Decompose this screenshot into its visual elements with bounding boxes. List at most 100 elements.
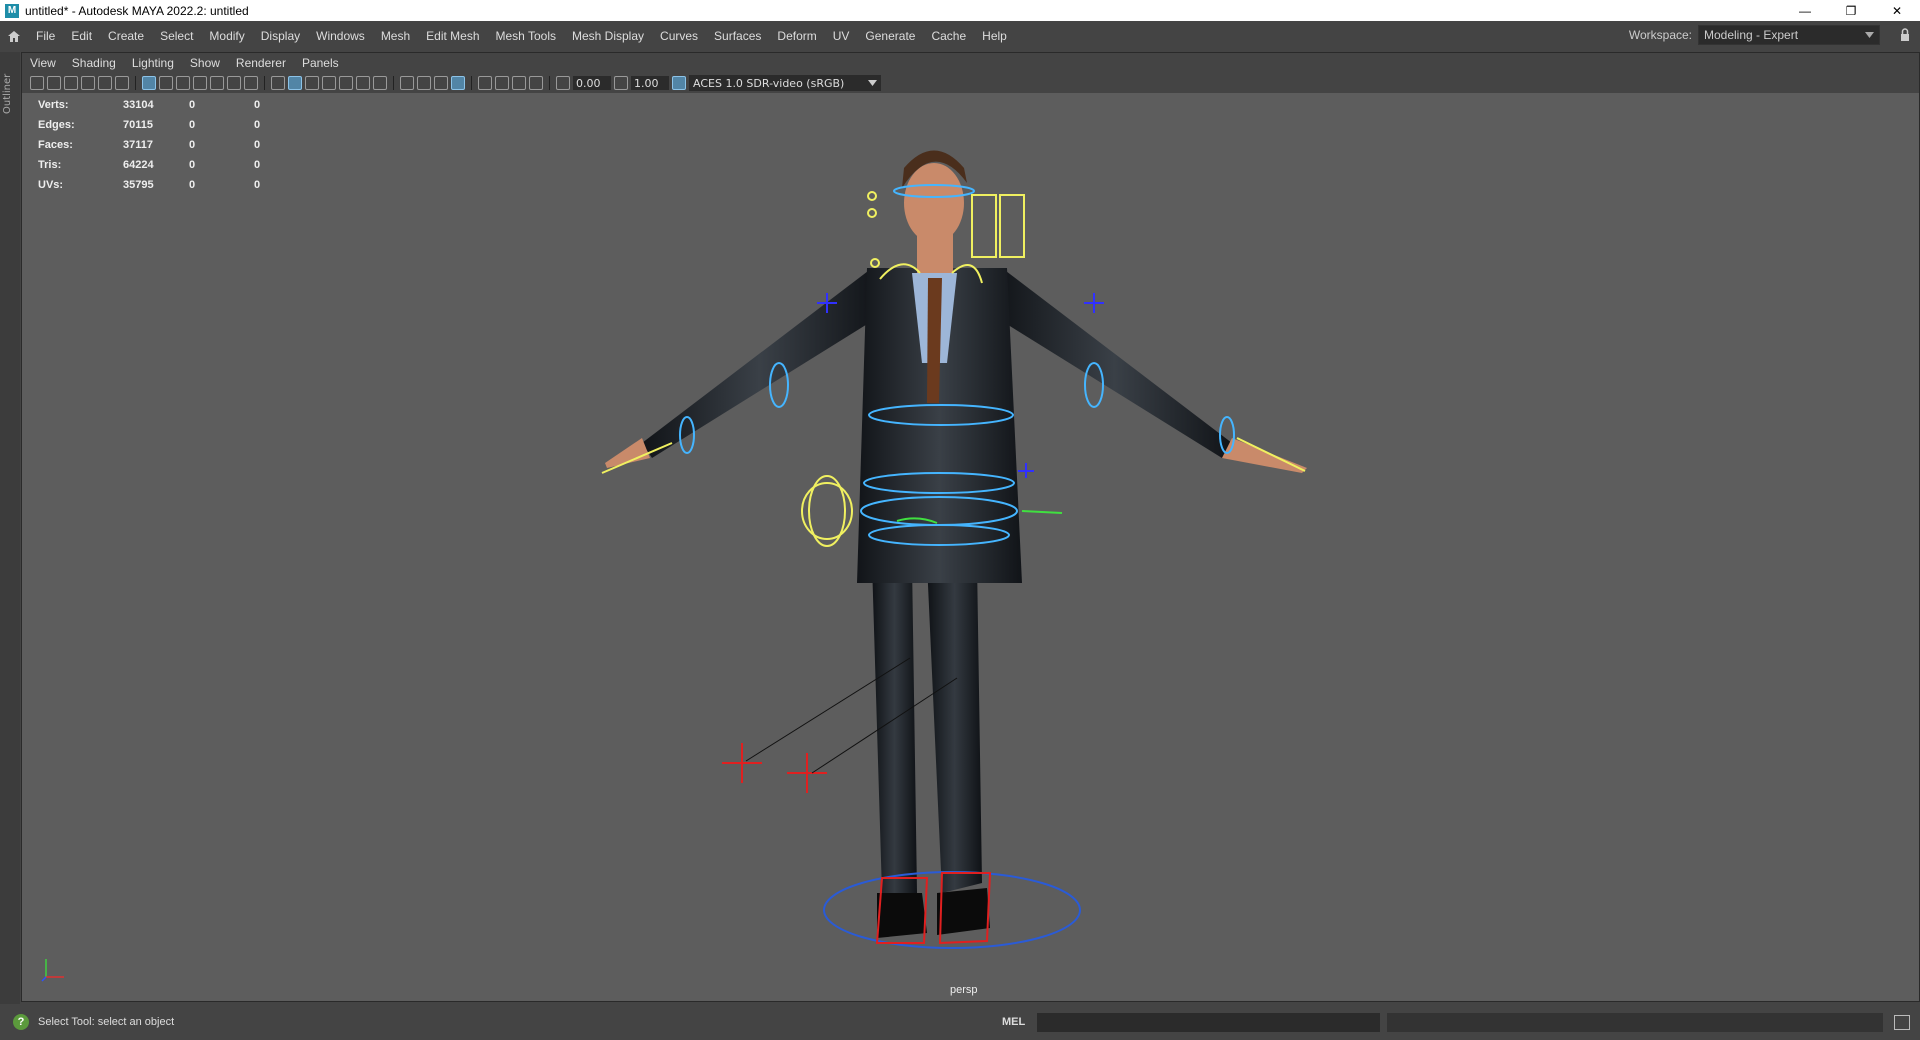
outliner-tab-strip[interactable]: Outliner: [0, 52, 20, 1004]
script-editor-icon[interactable]: [1894, 1015, 1910, 1030]
lock-icon[interactable]: [1900, 28, 1910, 42]
menu-edit[interactable]: Edit: [63, 21, 100, 52]
xray-icon[interactable]: [478, 76, 492, 90]
chevron-down-icon: [1865, 32, 1874, 38]
camera-name-label: persp: [950, 984, 978, 996]
film-gate-icon[interactable]: [159, 76, 173, 90]
menu-select[interactable]: Select: [152, 21, 201, 52]
hud-value: 0: [254, 119, 261, 131]
backface-culling-icon[interactable]: [529, 76, 543, 90]
resolution-gate-icon[interactable]: [176, 76, 190, 90]
hud-label: Edges:: [38, 119, 75, 131]
bookmarks-icon[interactable]: [64, 76, 78, 90]
help-line-text: Select Tool: select an object: [38, 1016, 175, 1028]
menu-deform[interactable]: Deform: [769, 21, 824, 52]
workspace-selector: Workspace: Modeling - Expert: [1629, 25, 1880, 45]
use-all-lights-icon[interactable]: [356, 76, 370, 90]
xray-joints-icon[interactable]: [512, 76, 526, 90]
safe-action-icon[interactable]: [227, 76, 241, 90]
menu-mesh-display[interactable]: Mesh Display: [564, 21, 652, 52]
mel-command-input[interactable]: [1037, 1013, 1380, 1032]
minimize-button[interactable]: —: [1782, 0, 1828, 21]
toolbar-separator: [135, 76, 136, 90]
menu-curves[interactable]: Curves: [652, 21, 706, 52]
panel-menu-view[interactable]: View: [22, 56, 64, 70]
hud-value: 0: [254, 159, 261, 171]
wireframe-icon[interactable]: [271, 76, 285, 90]
image-plane-icon[interactable]: [81, 76, 95, 90]
wireframe-on-shaded-icon[interactable]: [322, 76, 336, 90]
safe-title-icon[interactable]: [244, 76, 258, 90]
hud-value: 64224: [123, 159, 154, 171]
default-material-icon[interactable]: [305, 76, 319, 90]
gamma-icon[interactable]: [614, 76, 628, 90]
toolbar-separator: [549, 76, 550, 90]
hud-label: UVs:: [38, 179, 64, 191]
hud-value: 0: [189, 119, 196, 131]
panel-menu-renderer[interactable]: Renderer: [228, 56, 294, 70]
viewport-panel[interactable]: View Shading Lighting Show Renderer Pane…: [21, 52, 1920, 1002]
home-icon[interactable]: [0, 21, 28, 52]
field-chart-icon[interactable]: [210, 76, 224, 90]
shadows-icon[interactable]: [373, 76, 387, 90]
chevron-down-icon: [868, 80, 877, 86]
help-question-icon: ?: [13, 1014, 29, 1030]
panel-menu-shading[interactable]: Shading: [64, 56, 124, 70]
script-language-toggle[interactable]: MEL: [1002, 1016, 1025, 1028]
menu-file[interactable]: File: [28, 21, 63, 52]
menu-help[interactable]: Help: [974, 21, 1015, 52]
panel-menu-lighting[interactable]: Lighting: [124, 56, 182, 70]
outliner-tab-label[interactable]: Outliner: [2, 54, 13, 114]
gate-mask-icon[interactable]: [193, 76, 207, 90]
menu-generate[interactable]: Generate: [857, 21, 923, 52]
panel-menu-show[interactable]: Show: [182, 56, 228, 70]
panel-menu-panels[interactable]: Panels: [294, 56, 347, 70]
grease-pencil-icon[interactable]: [115, 76, 129, 90]
view-transform-dropdown[interactable]: ACES 1.0 SDR-video (sRGB): [689, 75, 881, 91]
menu-display[interactable]: Display: [253, 21, 308, 52]
smooth-shade-icon[interactable]: [288, 76, 302, 90]
workspace-dropdown[interactable]: Modeling - Expert: [1698, 25, 1880, 45]
workspace-value: Modeling - Expert: [1704, 28, 1799, 42]
select-camera-icon[interactable]: [30, 76, 44, 90]
isolate-select-icon[interactable]: [451, 76, 465, 90]
maximize-button[interactable]: ❐: [1828, 0, 1874, 21]
hud-label: Faces:: [38, 139, 73, 151]
hud-value: 0: [189, 159, 196, 171]
motion-blur-icon[interactable]: [417, 76, 431, 90]
toolbar-separator: [471, 76, 472, 90]
viewport-scene[interactable]: [22, 93, 1919, 998]
toolbar-separator: [264, 76, 265, 90]
title-bar: M untitled* - Autodesk MAYA 2022.2: unti…: [0, 0, 1920, 21]
xray-active-components-icon[interactable]: [495, 76, 509, 90]
menu-surfaces[interactable]: Surfaces: [706, 21, 769, 52]
hud-value: 35795: [123, 179, 154, 191]
menu-create[interactable]: Create: [100, 21, 152, 52]
2d-pan-zoom-icon[interactable]: [98, 76, 112, 90]
exposure-field[interactable]: 0.00: [573, 76, 611, 90]
close-button[interactable]: ✕: [1874, 0, 1920, 21]
camera-attributes-icon[interactable]: [47, 76, 61, 90]
exposure-icon[interactable]: [556, 76, 570, 90]
hud-row: Verts: 33104 0 0: [38, 95, 284, 115]
textured-icon[interactable]: [339, 76, 353, 90]
grid-icon[interactable]: [142, 76, 156, 90]
menu-edit-mesh[interactable]: Edit Mesh: [418, 21, 487, 52]
menu-windows[interactable]: Windows: [308, 21, 373, 52]
hud-value: 0: [254, 139, 261, 151]
menu-modify[interactable]: Modify: [201, 21, 252, 52]
menu-mesh-tools[interactable]: Mesh Tools: [488, 21, 564, 52]
panel-toolbar: 0.00 1.00 ACES 1.0 SDR-video (sRGB): [22, 73, 1919, 93]
multisample-aa-icon[interactable]: [434, 76, 448, 90]
hud-value: 0: [189, 139, 196, 151]
menu-mesh[interactable]: Mesh: [373, 21, 418, 52]
toolbar-separator: [393, 76, 394, 90]
menu-cache[interactable]: Cache: [923, 21, 974, 52]
screen-space-ao-icon[interactable]: [400, 76, 414, 90]
hud-value: 0: [254, 179, 261, 191]
hud-value: 0: [189, 99, 196, 111]
menu-uv[interactable]: UV: [825, 21, 858, 52]
color-management-icon[interactable]: [672, 76, 686, 90]
hud-value: 37117: [123, 139, 153, 151]
gamma-field[interactable]: 1.00: [631, 76, 669, 90]
